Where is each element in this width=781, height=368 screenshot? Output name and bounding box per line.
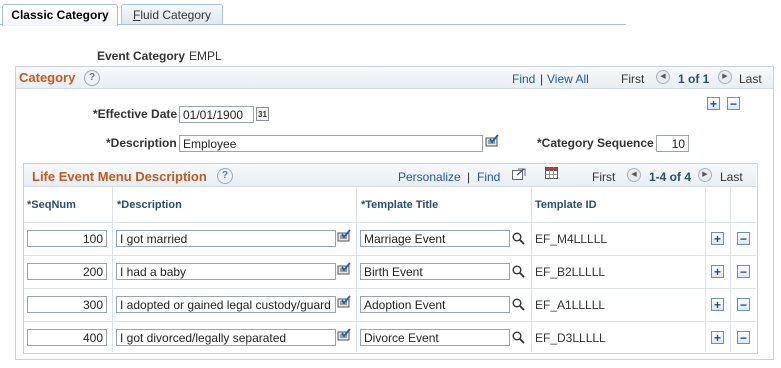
template-id-value: EF_B2LLLLL xyxy=(535,265,606,279)
seqnum-input[interactable]: 100 xyxy=(27,230,107,247)
add-row-button[interactable]: + xyxy=(711,298,724,311)
delete-row-button[interactable]: − xyxy=(737,331,750,344)
tab-fluid-category-label: Fluid Category xyxy=(132,8,212,22)
column-header-description[interactable]: *Description xyxy=(117,199,182,211)
category-add-row-button[interactable]: + xyxy=(707,97,720,110)
life-event-help-icon[interactable]: ? xyxy=(217,168,233,184)
category-find-link[interactable]: Find xyxy=(512,72,535,86)
grid-find-link[interactable]: Find xyxy=(477,170,500,184)
lookup-icon[interactable] xyxy=(512,265,525,278)
spell-check-icon[interactable] xyxy=(336,229,352,243)
add-row-button[interactable]: + xyxy=(711,232,724,245)
calendar-icon[interactable]: 31 xyxy=(256,107,269,121)
category-next-icon[interactable]: ▶ xyxy=(718,70,732,84)
category-sequence-input[interactable]: 10 xyxy=(656,135,689,152)
tab-classic-category[interactable]: Classic Category xyxy=(2,4,118,26)
add-row-button[interactable]: + xyxy=(711,265,724,278)
category-first-label: First xyxy=(621,72,645,86)
add-row-button[interactable]: + xyxy=(711,331,724,344)
seqnum-input[interactable]: 400 xyxy=(27,329,107,346)
column-header-seqnum[interactable]: *SeqNum xyxy=(27,199,76,211)
delete-row-button[interactable]: − xyxy=(737,298,750,311)
seqnum-input[interactable]: 300 xyxy=(27,296,107,313)
category-separator: | xyxy=(540,72,544,86)
grid-first-label: First xyxy=(592,170,616,184)
effective-date-label: *Effective Date xyxy=(93,107,178,121)
description-input[interactable]: I got married xyxy=(116,230,336,247)
category-prev-icon[interactable]: ◀ xyxy=(656,70,670,84)
description-input[interactable]: I adopted or gained legal custody/guard xyxy=(116,296,336,313)
template-id-value: EF_M4LLLLL xyxy=(535,232,608,246)
category-delete-row-button[interactable]: − xyxy=(727,97,740,110)
grid-personalize-link[interactable]: Personalize xyxy=(398,170,461,184)
effective-date-input[interactable]: 01/01/1900 xyxy=(179,106,254,123)
category-sequence-label: *Category Sequence xyxy=(537,136,654,150)
description-input[interactable]: I had a baby xyxy=(116,263,336,280)
delete-row-button[interactable]: − xyxy=(737,232,750,245)
lookup-icon[interactable] xyxy=(512,232,525,245)
column-header-template-id[interactable]: Template ID xyxy=(535,199,597,211)
category-view-all-link[interactable]: View All xyxy=(547,72,589,86)
life-event-grid-title: Life Event Menu Description xyxy=(32,169,207,184)
template-title-input[interactable]: Adoption Event xyxy=(360,296,510,313)
category-range: 1 of 1 xyxy=(678,72,710,86)
description-input[interactable]: I got divorced/legally separated xyxy=(116,329,336,346)
tab-fluid-category[interactable]: Fluid Category xyxy=(121,4,223,25)
download-excel-icon[interactable] xyxy=(545,167,559,180)
template-id-value: EF_D3LLLLL xyxy=(535,331,606,345)
template-title-input[interactable]: Marriage Event xyxy=(360,230,510,247)
view-all-columns-icon[interactable] xyxy=(512,168,526,180)
description-label: *Description xyxy=(106,136,177,150)
description-input[interactable]: Employee xyxy=(179,135,483,152)
spell-check-icon[interactable] xyxy=(336,328,352,342)
template-title-input[interactable]: Divorce Event xyxy=(360,329,510,346)
grid-separator: | xyxy=(467,170,471,184)
grid-last-label: Last xyxy=(720,170,743,184)
spell-check-icon[interactable] xyxy=(336,295,352,309)
template-id-value: EF_A1LLLLL xyxy=(535,298,606,312)
seqnum-input[interactable]: 200 xyxy=(27,263,107,280)
category-help-icon[interactable]: ? xyxy=(84,70,100,86)
spell-check-icon[interactable] xyxy=(336,262,352,276)
event-category-label: Event Category xyxy=(97,49,186,63)
grid-range: 1-4 of 4 xyxy=(649,170,692,184)
tab-classic-category-label: Classic Category xyxy=(11,8,109,22)
column-header-template-title[interactable]: *Template Title xyxy=(361,199,438,211)
spell-check-icon[interactable] xyxy=(484,134,500,148)
lookup-icon[interactable] xyxy=(512,331,525,344)
delete-row-button[interactable]: − xyxy=(737,265,750,278)
lookup-icon[interactable] xyxy=(512,298,525,311)
grid-next-icon[interactable]: ▶ xyxy=(698,168,712,182)
template-title-input[interactable]: Birth Event xyxy=(360,263,510,280)
event-category-value: EMPL xyxy=(189,49,222,63)
category-title: Category xyxy=(19,70,76,85)
grid-prev-icon[interactable]: ◀ xyxy=(627,168,641,182)
category-last-label: Last xyxy=(739,72,762,86)
